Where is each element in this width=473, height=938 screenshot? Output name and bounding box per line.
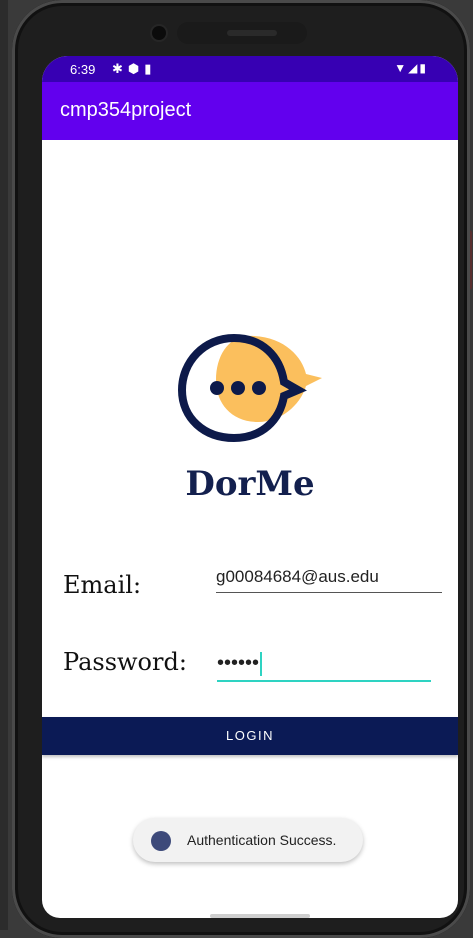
login-button[interactable]: LOGIN bbox=[42, 717, 458, 755]
status-system-icons: ▼◢▮ bbox=[394, 61, 428, 75]
gesture-nav-handle[interactable] bbox=[210, 914, 310, 918]
earpiece-speaker bbox=[227, 30, 277, 36]
email-value: g00084684@aus.edu bbox=[216, 567, 379, 586]
app-title: cmp354project bbox=[60, 99, 192, 121]
status-bar: 6:39 ✱⬢▮ ▼◢▮ bbox=[42, 56, 458, 82]
wifi-icon: ▼ bbox=[394, 61, 409, 75]
email-label: Email: bbox=[63, 571, 142, 599]
sd-card-icon: ▮ bbox=[144, 61, 157, 76]
toast-message: Authentication Success. bbox=[187, 832, 337, 848]
shield-icon: ⬢ bbox=[127, 61, 145, 76]
gear-icon: ✱ bbox=[112, 61, 128, 76]
brand-name: DorMe bbox=[185, 464, 315, 504]
status-time: 6:39 bbox=[70, 62, 96, 77]
app-screen: 6:39 ✱⬢▮ ▼◢▮ cmp354project DorMe Email: … bbox=[42, 56, 458, 918]
text-cursor bbox=[260, 651, 263, 676]
app-bar: cmp354project bbox=[42, 82, 458, 140]
toast-notification: Authentication Success. bbox=[133, 818, 363, 862]
password-value: •••••• bbox=[217, 652, 260, 674]
battery-icon: ▮ bbox=[419, 61, 428, 75]
status-notification-icons: ✱⬢▮ bbox=[112, 61, 156, 77]
background-edge bbox=[0, 0, 8, 930]
front-camera bbox=[152, 26, 166, 40]
android-app-icon bbox=[151, 831, 171, 851]
password-field[interactable]: •••••• bbox=[217, 646, 431, 682]
dorme-logo-icon bbox=[177, 333, 322, 443]
email-field[interactable]: g00084684@aus.edu bbox=[216, 562, 442, 593]
password-label: Password: bbox=[63, 648, 187, 676]
signal-icon: ◢ bbox=[408, 61, 420, 75]
